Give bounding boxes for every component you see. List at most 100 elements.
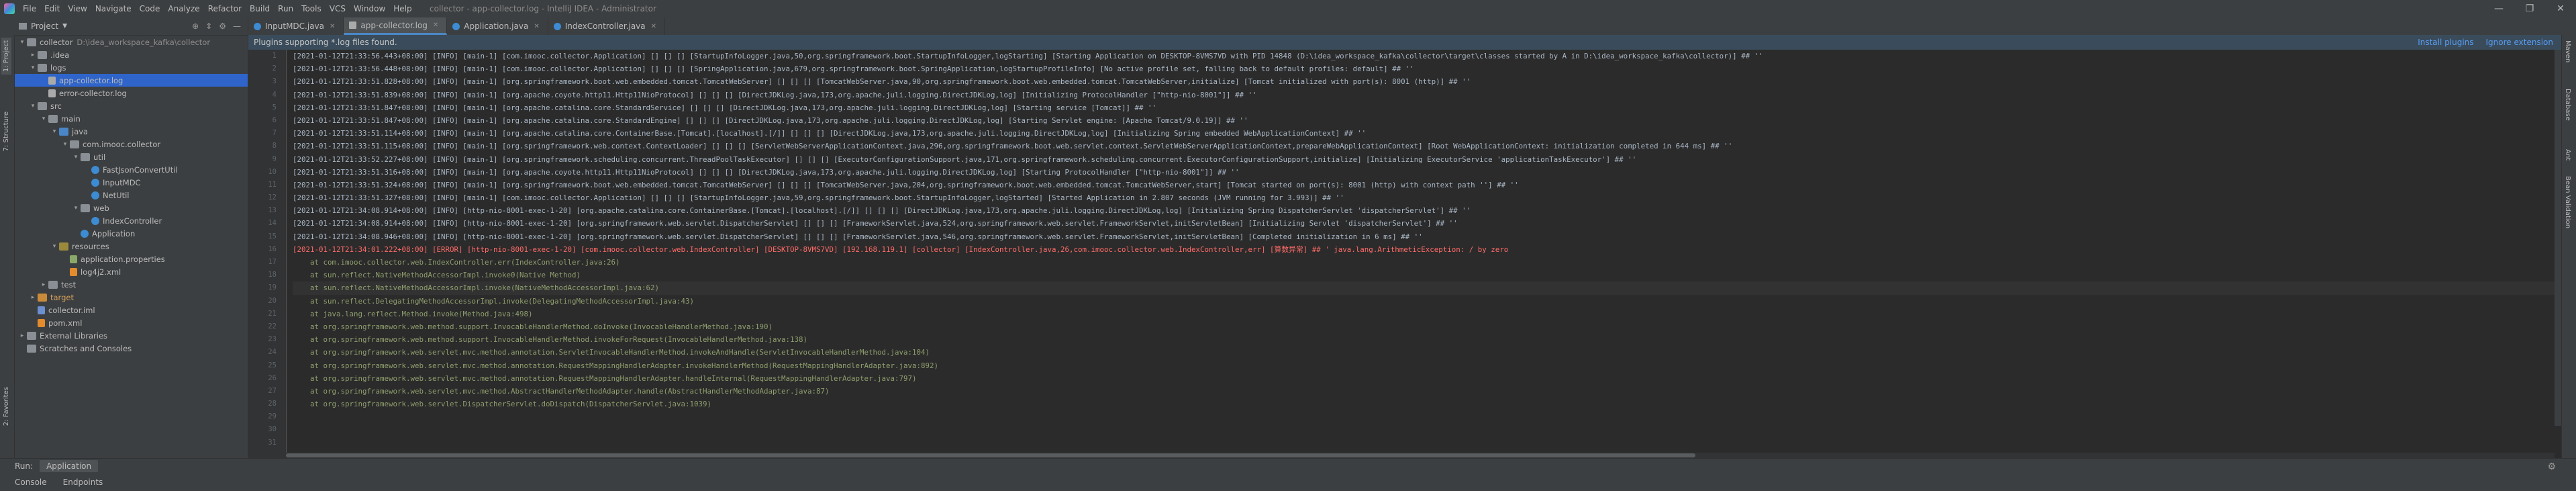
project-tool-tab[interactable]: 1: Project: [1, 38, 11, 75]
log-line[interactable]: at sun.reflect.DelegatingMethodAccessorI…: [293, 295, 2555, 308]
chevron-down-icon[interactable]: ▾: [39, 116, 48, 122]
chevron-down-icon[interactable]: ▾: [28, 103, 38, 109]
menu-item-view[interactable]: View: [64, 4, 91, 13]
tree-item[interactable]: pom.xml: [15, 316, 248, 329]
chevron-down-icon[interactable]: ▾: [17, 39, 27, 46]
menu-item-vcs[interactable]: VCS: [326, 4, 350, 13]
project-view-selector[interactable]: Project: [31, 21, 58, 31]
favorites-tool-tab[interactable]: 2: Favorites: [1, 384, 11, 429]
chevron-down-icon[interactable]: ▼: [62, 23, 67, 30]
tree-item[interactable]: Application: [15, 227, 248, 240]
gear-icon[interactable]: ⚙: [2547, 461, 2556, 472]
tree-item[interactable]: ▾ main: [15, 112, 248, 125]
tree-item[interactable]: application.properties: [15, 253, 248, 265]
log-line[interactable]: [2021-01-12T21:33:51.839+08:00] [INFO] […: [293, 89, 2555, 101]
log-line[interactable]: at org.springframework.web.servlet.mvc.m…: [293, 372, 2555, 385]
chevron-down-icon[interactable]: ▾: [50, 243, 59, 250]
editor-tab[interactable]: app-collector.log ✕: [344, 17, 448, 35]
tree-item[interactable]: NetUtil: [15, 189, 248, 202]
horizontal-scrollbar[interactable]: [286, 453, 2555, 458]
collapse-icon[interactable]: ⇕: [205, 21, 212, 31]
tree-item[interactable]: ▾ resources: [15, 240, 248, 253]
endpoints-tab[interactable]: Endpoints: [63, 478, 103, 487]
tree-item[interactable]: FastJsonConvertUtil: [15, 163, 248, 176]
menu-item-run[interactable]: Run: [274, 4, 297, 13]
menu-item-edit[interactable]: Edit: [40, 4, 64, 13]
tree-item[interactable]: ▾ java: [15, 125, 248, 138]
log-line[interactable]: [2021-01-12T21:34:01.222+08:00] [ERROR] …: [293, 243, 2555, 256]
log-line[interactable]: at org.springframework.web.servlet.mvc.m…: [293, 359, 2555, 372]
menu-item-code[interactable]: Code: [136, 4, 164, 13]
log-content[interactable]: [2021-01-12T21:33:56.443+08:00] [INFO] […: [293, 50, 2555, 458]
database-tool-tab[interactable]: Database: [2564, 89, 2571, 121]
log-line[interactable]: [2021-01-12T21:34:08.914+08:00] [INFO] […: [293, 204, 2555, 217]
chevron-right-icon[interactable]: ▸: [28, 52, 38, 58]
ant-tool-tab[interactable]: Ant: [2564, 149, 2571, 161]
scroll-thumb[interactable]: [286, 453, 1695, 457]
log-line[interactable]: [2021-01-12T21:33:51.324+08:00] [INFO] […: [293, 179, 2555, 191]
editor-tab[interactable]: Application.java ✕: [447, 17, 548, 35]
bean-validation-tool-tab[interactable]: Bean Validation: [2564, 176, 2571, 228]
log-line[interactable]: at sun.reflect.NativeMethodAccessorImpl.…: [293, 281, 2555, 295]
log-line[interactable]: [2021-01-12T21:33:51.828+08:00] [INFO] […: [293, 75, 2555, 88]
tree-item[interactable]: collector.iml: [15, 304, 248, 316]
console-tab[interactable]: Console: [15, 478, 47, 487]
chevron-down-icon[interactable]: ▾: [60, 141, 70, 148]
close-tab-icon[interactable]: ✕: [330, 23, 335, 30]
log-line[interactable]: at org.springframework.web.servlet.mvc.m…: [293, 385, 2555, 398]
ignore-extension-link[interactable]: Ignore extension: [2486, 38, 2553, 47]
close-button[interactable]: ✕: [2545, 0, 2576, 17]
menu-item-navigate[interactable]: Navigate: [91, 4, 136, 13]
chevron-right-icon[interactable]: ▸: [28, 294, 38, 301]
chevron-right-icon[interactable]: ▸: [17, 332, 27, 339]
run-tab-application[interactable]: Application: [40, 460, 99, 472]
maximize-button[interactable]: ❐: [2514, 0, 2545, 17]
log-line[interactable]: [2021-01-12T21:33:56.448+08:00] [INFO] […: [293, 62, 2555, 75]
tree-item[interactable]: ▾ com.imooc.collector: [15, 138, 248, 150]
tree-item[interactable]: ▸ test: [15, 278, 248, 291]
log-line[interactable]: at com.imooc.collector.web.IndexControll…: [293, 256, 2555, 269]
log-line[interactable]: [2021-01-12T21:33:56.443+08:00] [INFO] […: [293, 50, 2555, 62]
log-line[interactable]: [2021-01-12T21:34:08.946+08:00] [INFO] […: [293, 230, 2555, 243]
log-line[interactable]: [2021-01-12T21:33:51.847+08:00] [INFO] […: [293, 114, 2555, 127]
tree-item[interactable]: app-collector.log: [15, 74, 248, 87]
close-tab-icon[interactable]: ✕: [651, 23, 656, 30]
maven-tool-tab[interactable]: Maven: [2564, 40, 2571, 62]
log-line[interactable]: [2021-01-12T21:33:51.316+08:00] [INFO] […: [293, 166, 2555, 179]
vertical-scrollbar[interactable]: [2555, 50, 2561, 426]
log-line[interactable]: [2021-01-12T21:33:51.847+08:00] [INFO] […: [293, 101, 2555, 114]
tree-item[interactable]: ▾ collector D:\idea_workspace_kafka\collec…: [15, 36, 248, 48]
chevron-down-icon[interactable]: ▾: [71, 205, 81, 212]
tree-item[interactable]: IndexController: [15, 214, 248, 227]
hide-icon[interactable]: —: [233, 21, 241, 31]
log-line[interactable]: [2021-01-12T21:33:51.115+08:00] [INFO] […: [293, 140, 2555, 152]
chevron-down-icon[interactable]: ▾: [28, 64, 38, 71]
install-plugins-link[interactable]: Install plugins: [2418, 38, 2473, 47]
log-line[interactable]: at org.springframework.web.method.suppor…: [293, 333, 2555, 346]
log-line[interactable]: at org.springframework.web.servlet.Dispa…: [293, 398, 2555, 410]
tree-item[interactable]: ▾ web: [15, 202, 248, 214]
tree-item[interactable]: ▾ util: [15, 150, 248, 163]
close-tab-icon[interactable]: ✕: [534, 23, 539, 30]
menu-item-help[interactable]: Help: [389, 4, 415, 13]
locate-icon[interactable]: ⊕: [192, 21, 199, 31]
minimize-button[interactable]: —: [2483, 0, 2514, 17]
log-line[interactable]: at sun.reflect.NativeMethodAccessorImpl.…: [293, 269, 2555, 281]
log-line[interactable]: at org.springframework.web.servlet.mvc.m…: [293, 346, 2555, 359]
log-line[interactable]: at java.lang.reflect.Method.invoke(Metho…: [293, 308, 2555, 320]
tree-item[interactable]: error-collector.log: [15, 87, 248, 99]
tree-item[interactable]: ▾ src: [15, 99, 248, 112]
log-line[interactable]: [2021-01-12T21:33:52.227+08:00] [INFO] […: [293, 153, 2555, 166]
close-tab-icon[interactable]: ✕: [433, 21, 438, 29]
log-line[interactable]: [2021-01-12T21:34:08.914+08:00] [INFO] […: [293, 217, 2555, 230]
log-line[interactable]: at org.springframework.web.method.suppor…: [293, 320, 2555, 333]
menu-item-tools[interactable]: Tools: [297, 4, 326, 13]
menu-item-analyze[interactable]: Analyze: [164, 4, 203, 13]
chevron-right-icon[interactable]: ▸: [39, 281, 48, 288]
menu-item-file[interactable]: File: [19, 4, 40, 13]
gear-icon[interactable]: ⚙: [219, 21, 226, 31]
menu-item-refactor[interactable]: Refactor: [204, 4, 246, 13]
tree-item[interactable]: ▾ logs: [15, 61, 248, 74]
structure-tool-tab[interactable]: 7: Structure: [1, 109, 11, 154]
tree-item[interactable]: ▸ External Libraries: [15, 329, 248, 342]
